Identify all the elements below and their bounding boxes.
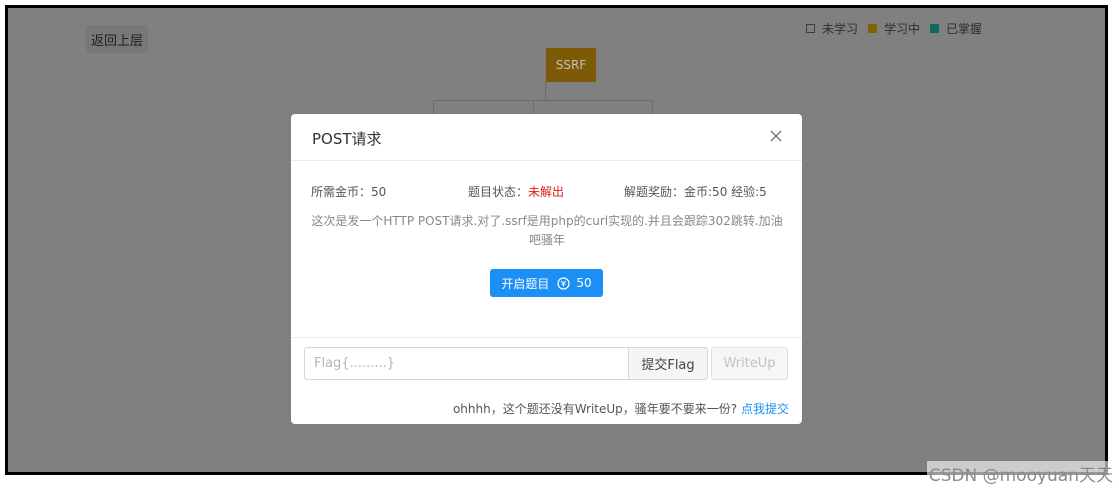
cost-label: 所需金币： [311, 185, 372, 199]
flag-input[interactable] [304, 347, 629, 380]
info-cost: 所需金币：50 [311, 183, 386, 200]
modal-title: POST请求 [312, 130, 382, 148]
legend: 未学习 学习中 已掌握 [796, 20, 982, 37]
challenge-modal: POST请求 所需金币：50 题目状态：未解出 解题奖励：金币:50 经验:5 … [291, 114, 802, 424]
coin-icon [557, 276, 570, 290]
writeup-button[interactable]: WriteUp [711, 347, 788, 380]
legend-item-mastered: 已掌握 [929, 20, 982, 37]
ssrf-root-node[interactable]: SSRF [546, 48, 596, 82]
writeup-note: ohhhh，这个题还没有WriteUp，骚年要不要来一份? 点我提交 [453, 400, 789, 417]
submit-writeup-link[interactable]: 点我提交 [741, 402, 789, 416]
legend-item-learning: 学习中 [867, 20, 920, 37]
legend-swatch-learning [867, 24, 877, 33]
tree-connector-horizontal [433, 100, 653, 101]
legend-label-learning: 学习中 [883, 22, 920, 36]
reward-label: 解题奖励： [624, 185, 685, 199]
watermark: CSDN @mooyuan天天 [926, 461, 1115, 486]
legend-swatch-mastered [929, 24, 939, 33]
legend-swatch-unlearned [805, 24, 815, 33]
close-icon[interactable] [766, 126, 786, 146]
legend-label-mastered: 已掌握 [945, 22, 982, 36]
start-button-label: 开启题目 [501, 276, 550, 291]
submit-flag-button[interactable]: 提交Flag [628, 347, 708, 380]
reward-value: 金币:50 经验:5 [684, 185, 767, 199]
legend-item-unlearned: 未学习 [805, 20, 858, 37]
info-status: 题目状态：未解出 [468, 183, 564, 200]
challenge-description: 这次是发一个HTTP POST请求.对了.ssrf是用php的curl实现的.并… [311, 214, 783, 247]
legend-label-unlearned: 未学习 [821, 22, 858, 36]
status-label: 题目状态： [468, 185, 529, 199]
cost-value: 50 [371, 185, 387, 199]
note-text: ohhhh，这个题还没有WriteUp，骚年要不要来一份? [452, 402, 738, 416]
footer-divider [291, 337, 802, 338]
start-challenge-button[interactable]: 开启题目 50 [490, 269, 603, 297]
info-reward: 解题奖励：金币:50 经验:5 [624, 183, 767, 200]
tree-connector-vertical [545, 82, 546, 101]
modal-header: POST请求 [291, 114, 802, 161]
back-button[interactable]: 返回上层 [86, 25, 148, 53]
start-cost-value: 50 [576, 276, 592, 290]
status-value: 未解出 [528, 185, 565, 199]
